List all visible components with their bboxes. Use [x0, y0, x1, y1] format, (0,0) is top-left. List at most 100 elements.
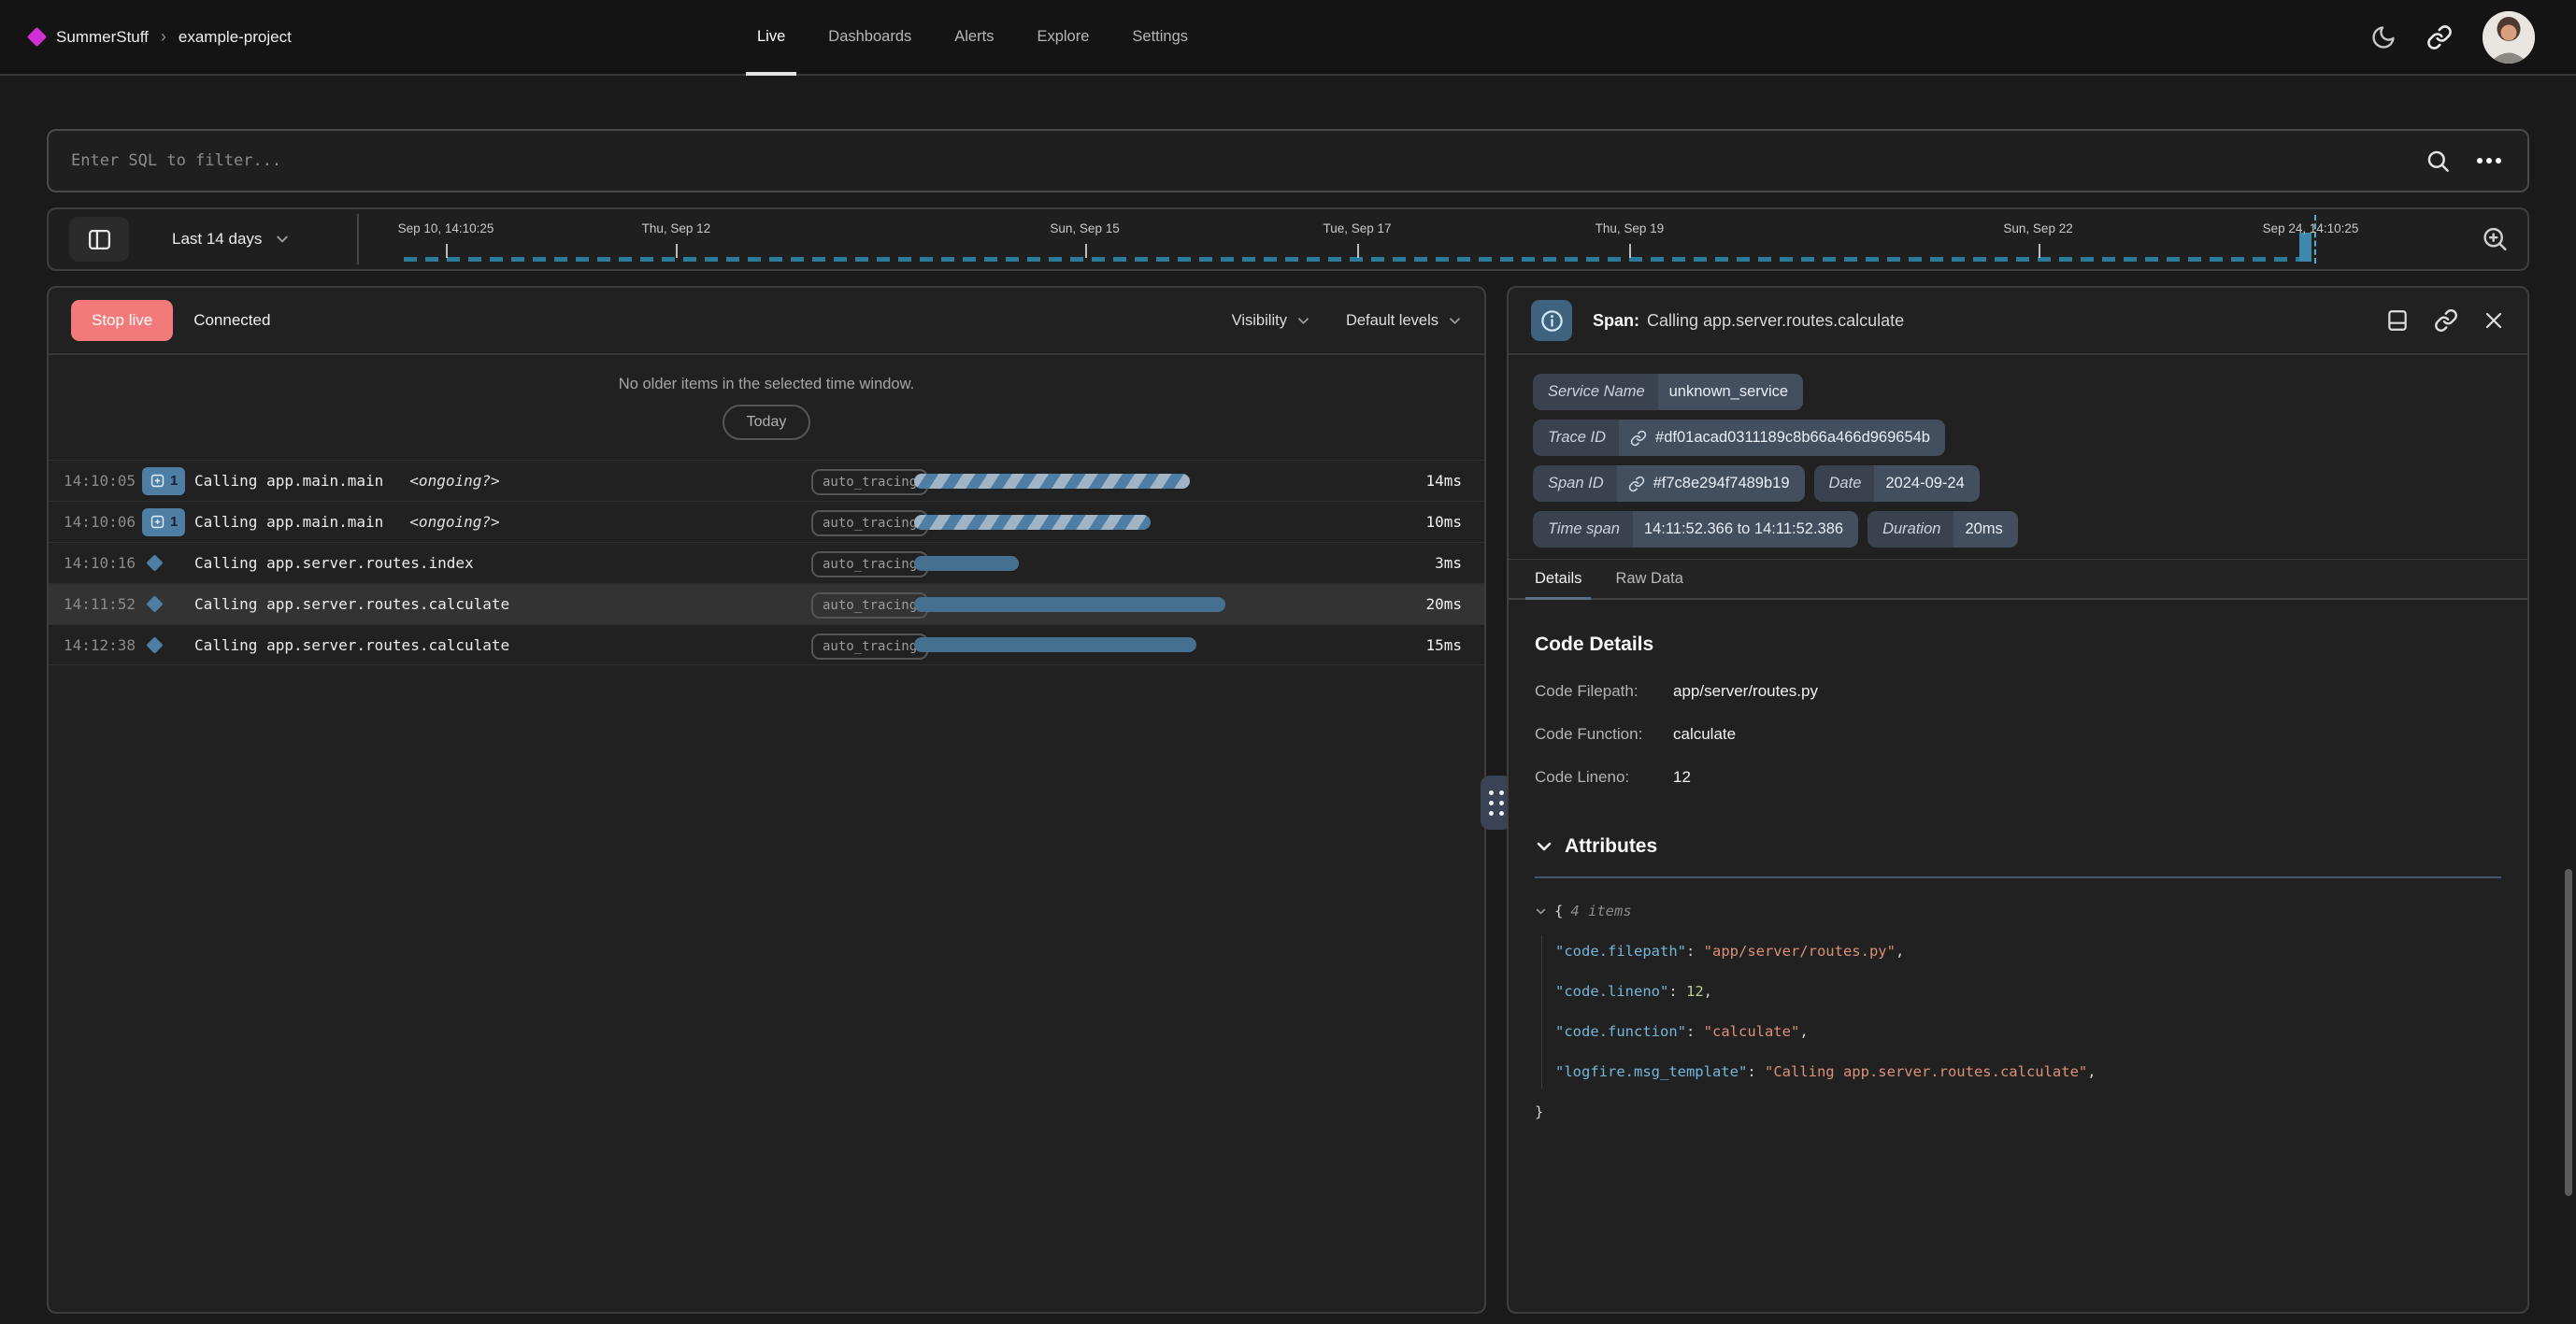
detail-tab-raw-data[interactable]: Raw Data — [1615, 560, 1682, 598]
square-plus-icon — [150, 514, 165, 530]
log-row-duration: 3ms — [1387, 554, 1462, 572]
zoom-in-icon[interactable] — [2482, 226, 2509, 253]
timeline-start-label: Sep 10, 14:10:25 — [398, 221, 494, 235]
span-diamond-icon — [146, 554, 163, 571]
badge-value[interactable]: #f7c8e294f7489b19 — [1617, 465, 1805, 502]
json-items-count: 4 items — [1570, 891, 1631, 932]
span-badges: Service Nameunknown_service Trace ID#df01… — [1509, 355, 2527, 548]
json-entry: "code.function": "calculate", — [1555, 1012, 2501, 1052]
code-detail-value: calculate — [1673, 725, 2501, 744]
dark-mode-icon[interactable] — [2370, 24, 2397, 50]
breadcrumb-project[interactable]: example-project — [179, 28, 292, 47]
close-icon[interactable] — [2483, 309, 2505, 332]
badge-label: Span ID — [1533, 465, 1617, 502]
json-value: "Calling app.server.routes.calculate" — [1765, 1052, 2087, 1092]
badge-value: 20ms — [1953, 511, 2017, 548]
children-count: 1 — [170, 514, 178, 530]
tag-pill[interactable]: auto_tracing — [811, 551, 928, 577]
badge-value-text: #f7c8e294f7489b19 — [1653, 475, 1790, 492]
more-options-icon[interactable] — [2473, 149, 2505, 173]
brand-name[interactable]: SummerStuff — [56, 28, 149, 47]
attributes-divider — [1535, 876, 2501, 878]
log-row-bar-cell — [914, 474, 1387, 489]
visibility-dropdown-label: Visibility — [1232, 312, 1287, 330]
duration-bar — [914, 515, 1151, 530]
user-avatar[interactable] — [2483, 11, 2535, 64]
nav-actions — [2370, 11, 2535, 64]
duration-bar — [914, 597, 1225, 612]
log-row-message: Calling app.server.routes.calculate — [194, 595, 509, 613]
span-badge-date: Date2024-09-24 — [1814, 465, 1980, 502]
log-row-bar-cell — [914, 597, 1387, 612]
panel-layout-icon[interactable] — [2385, 308, 2410, 333]
badge-row: Service Nameunknown_service — [1533, 374, 2503, 410]
log-row[interactable]: 14:10:05 1 Calling app.main.main<ongoing?>… — [49, 460, 1484, 501]
log-row-icon-cell — [142, 598, 194, 610]
json-comma: , — [1896, 932, 1904, 972]
tag-pill[interactable]: auto_tracing — [811, 592, 928, 619]
sql-filter-input[interactable] — [49, 131, 2426, 191]
log-row-message-cell: Calling app.server.routes.calculate — [194, 636, 811, 654]
timeline-tick — [1085, 244, 1087, 258]
log-row-icon-cell: 1 — [142, 467, 194, 495]
breadcrumb: SummerStuff › example-project — [30, 27, 292, 47]
attributes-toggle[interactable]: Attributes — [1535, 835, 2501, 858]
log-row-duration: 14ms — [1387, 472, 1462, 490]
json-open-line[interactable]: { 4 items — [1535, 891, 2501, 932]
json-key: "code.lineno" — [1555, 972, 1668, 1012]
nav-tab-alerts[interactable]: Alerts — [954, 0, 994, 74]
log-row-timestamp: 14:10:16 — [64, 554, 142, 572]
children-count: 1 — [170, 473, 178, 489]
page-scrollbar[interactable] — [2565, 869, 2572, 1196]
timeline-tick-label: Tue, Sep 17 — [1323, 221, 1391, 235]
badge-row: Trace ID#df01acad0311189c8b66a466d969654… — [1533, 420, 2503, 456]
log-row[interactable]: 14:10:16Calling app.server.routes.indexa… — [49, 542, 1484, 583]
default-levels-dropdown[interactable]: Default levels — [1346, 312, 1462, 330]
span-badge-service-name: Service Nameunknown_service — [1533, 374, 1803, 410]
code-details-heading: Code Details — [1535, 634, 2501, 656]
timeline-tick-label: Thu, Sep 12 — [642, 221, 711, 235]
tag-pill[interactable]: auto_tracing — [811, 510, 928, 536]
log-row-message-cell: Calling app.main.main<ongoing?> — [194, 472, 811, 490]
detail-tab-details[interactable]: Details — [1535, 560, 1581, 598]
expand-children-badge[interactable]: 1 — [142, 508, 185, 536]
span-diamond-icon — [146, 636, 163, 653]
log-row-ongoing: <ongoing?> — [409, 472, 499, 490]
info-icon — [1531, 300, 1572, 341]
copy-link-icon[interactable] — [2434, 308, 2458, 333]
today-button[interactable]: Today — [723, 405, 811, 440]
json-key: "code.function" — [1555, 1012, 1686, 1052]
log-row[interactable]: 14:10:061Calling app.main.main<ongoing?>… — [49, 501, 1484, 542]
log-row-timestamp: 14:10:05 — [64, 472, 142, 490]
tag-pill[interactable]: auto_tracing — [811, 469, 928, 495]
span-title-prefix: Span: — [1593, 311, 1639, 330]
expand-children-badge[interactable]: 1 — [142, 467, 185, 495]
duration-bar — [914, 556, 1019, 571]
log-row[interactable]: 14:11:52Calling app.server.routes.calcul… — [49, 583, 1484, 624]
tag-pill[interactable]: auto_tracing — [811, 634, 928, 660]
log-row-icon-cell — [142, 557, 194, 569]
search-icon[interactable] — [2426, 149, 2451, 174]
nav-tab-live[interactable]: Live — [757, 0, 785, 74]
badge-value: 14:11:52.366 to 14:11:52.386 — [1633, 511, 1858, 548]
log-row-icon-cell — [142, 639, 194, 651]
timeline-tick-label: Sun, Sep 15 — [1050, 221, 1119, 235]
stop-live-button[interactable]: Stop live — [71, 300, 173, 341]
timeline[interactable]: Sep 10, 14:10:25 Thu, Sep 12 Sun, Sep 15 Tu… — [49, 209, 2527, 269]
log-row-message-cell: Calling app.main.main<ongoing?> — [194, 513, 811, 531]
share-link-icon[interactable] — [2426, 24, 2453, 50]
log-row[interactable]: 14:12:38Calling app.server.routes.calcul… — [49, 624, 1484, 665]
empty-state: No older items in the selected time wind… — [49, 355, 1484, 440]
badge-row: Span ID #f7c8e294f7489b19 Date2024-09-24 — [1533, 465, 2503, 502]
badge-value[interactable]: #df01acad0311189c8b66a466d969654b — [1619, 420, 1945, 456]
nav-tab-explore[interactable]: Explore — [1037, 0, 1089, 74]
badge-row: Time span14:11:52.366 to 14:11:52.386Dur… — [1533, 511, 2503, 548]
json-close-brace: } — [1535, 1092, 1543, 1132]
nav-tab-dashboards[interactable]: Dashboards — [828, 0, 911, 74]
detail-body: Code Details Code Filepath:app/server/ro… — [1509, 600, 2527, 1132]
visibility-dropdown[interactable]: Visibility — [1232, 312, 1310, 330]
time-range-bar: Last 14 days Sep 10, 14:10:25Thu, Sep 12… — [47, 207, 2529, 271]
nav-tab-settings[interactable]: Settings — [1132, 0, 1188, 74]
log-row-message: Calling app.main.main — [194, 513, 383, 531]
timeline-tick-label: Thu, Sep 19 — [1596, 221, 1665, 235]
